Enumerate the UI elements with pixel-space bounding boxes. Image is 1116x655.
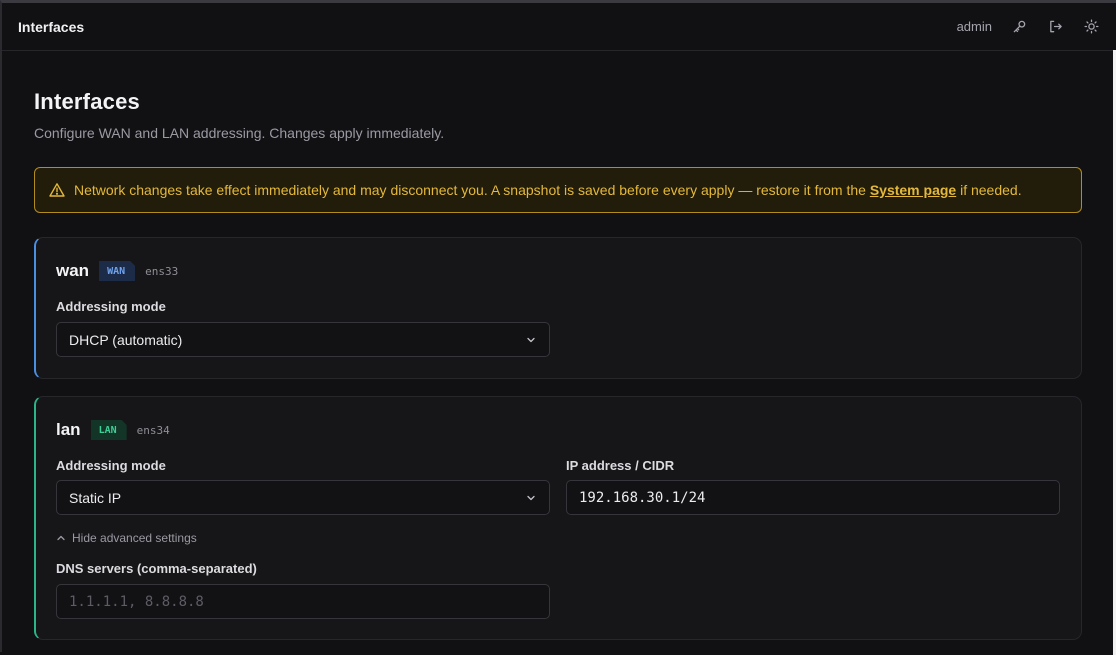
ip-address-label: IP address / CIDR [566,458,675,473]
interface-card-wan: wan WAN ens33 Addressing mode DHCP (auto… [34,237,1082,379]
device-name: ens33 [145,264,179,278]
key-icon[interactable] [1010,18,1028,36]
theme-sun-icon[interactable] [1082,18,1100,36]
device-name: ens34 [136,423,170,437]
addressing-mode-value: DHCP (automatic) [69,331,183,348]
topbar-title: Interfaces [18,18,85,35]
chevron-up-icon [57,535,65,541]
addressing-mode-label: Addressing mode [56,458,166,473]
addressing-mode-value: Static IP [69,489,122,506]
interface-name: lan [56,420,81,439]
dns-servers-input[interactable]: 1.1.1.1, 8.8.8.8 [56,584,550,619]
interface-header: wan WAN ens33 [56,258,1061,284]
addressing-mode-label: Addressing mode [56,299,166,314]
system-page-link[interactable]: System page [870,182,956,198]
logout-icon[interactable] [1046,18,1064,36]
addressing-mode-select[interactable]: DHCP (automatic) [56,322,550,357]
warning-text: Network changes take effect immediately … [74,182,1022,198]
interface-card-lan: lan LAN ens34 Addressing mode Static IP … [34,396,1082,640]
warning-icon [49,183,65,197]
warning-text-after: if needed. [960,182,1022,198]
page-title: Interfaces [34,89,140,114]
warning-text-before: Network changes take effect immediately … [74,182,866,198]
role-badge: LAN [91,420,127,440]
hide-advanced-toggle[interactable]: Hide advanced settings [56,531,197,545]
app-window: Interfaces admin Interfaces Configure WA… [0,0,1116,655]
ip-address-input[interactable]: 192.168.30.1/24 [566,480,1060,515]
current-user: admin [956,19,992,34]
main-content: Interfaces Configure WAN and LAN address… [34,51,1082,640]
dns-servers-label: DNS servers (comma-separated) [56,561,257,576]
role-badge: WAN [99,261,135,281]
page-subtitle: Configure WAN and LAN addressing. Change… [34,125,445,141]
chevron-down-icon [527,495,535,500]
topbar-actions: admin [957,18,1100,36]
warning-banner: Network changes take effect immediately … [34,167,1082,213]
chevron-down-icon [527,337,535,342]
interface-header: lan LAN ens34 [56,417,1061,443]
interface-name: wan [56,261,90,280]
top-bar: Interfaces admin [2,3,1116,51]
hide-advanced-label: Hide advanced settings [72,531,197,545]
addressing-mode-select[interactable]: Static IP [56,480,550,515]
